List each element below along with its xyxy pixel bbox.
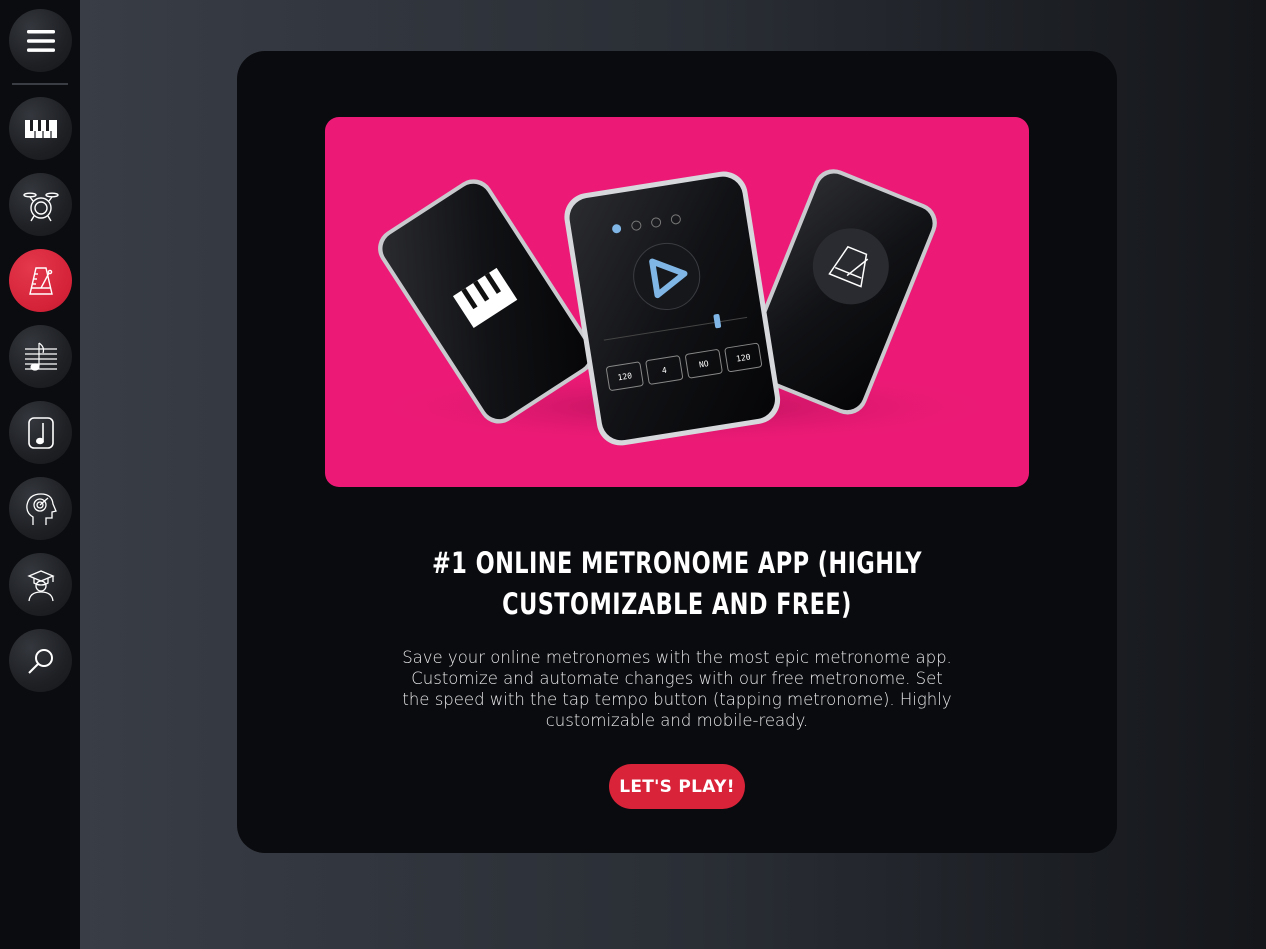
sidebar-item-drums[interactable]: [9, 173, 72, 236]
sidebar: [0, 0, 80, 949]
sidebar-divider: [12, 83, 68, 85]
phones-illustration: 120 4 NO 120: [355, 169, 1015, 447]
sidebar-item-note[interactable]: [9, 401, 72, 464]
hero-image: 120 4 NO 120: [325, 117, 1029, 487]
sidebar-item-ear-training[interactable]: [9, 477, 72, 540]
lets-play-button[interactable]: LET'S PLAY!: [609, 764, 745, 809]
menu-button[interactable]: [9, 9, 72, 72]
sidebar-item-sheet-music[interactable]: [9, 325, 72, 388]
piano-keys-icon: [24, 119, 57, 138]
page-title: #1 ONLINE METRONOME APP (HIGHLY CUSTOMIZ…: [432, 546, 922, 621]
graduate-icon: [26, 569, 55, 601]
sidebar-item-search[interactable]: [9, 629, 72, 692]
phone-center: 120 4 NO 120: [564, 171, 781, 446]
main-card: 120 4 NO 120 #1 ONLINE METRONOME APP (HI…: [237, 51, 1117, 853]
page-description: Save your online metronomes with the mos…: [402, 648, 952, 730]
music-note-icon: [27, 416, 54, 449]
music-staff-icon: [24, 342, 57, 371]
sidebar-item-piano[interactable]: [9, 97, 72, 160]
sidebar-item-learn[interactable]: [9, 553, 72, 616]
metronome-icon: [28, 266, 53, 295]
hamburger-menu-icon: [26, 29, 55, 52]
drum-icon: [22, 191, 59, 221]
sidebar-item-metronome[interactable]: [9, 249, 72, 312]
head-target-icon: [25, 492, 57, 525]
phone-sub-readout: NO: [698, 359, 709, 369]
search-icon: [27, 648, 53, 674]
